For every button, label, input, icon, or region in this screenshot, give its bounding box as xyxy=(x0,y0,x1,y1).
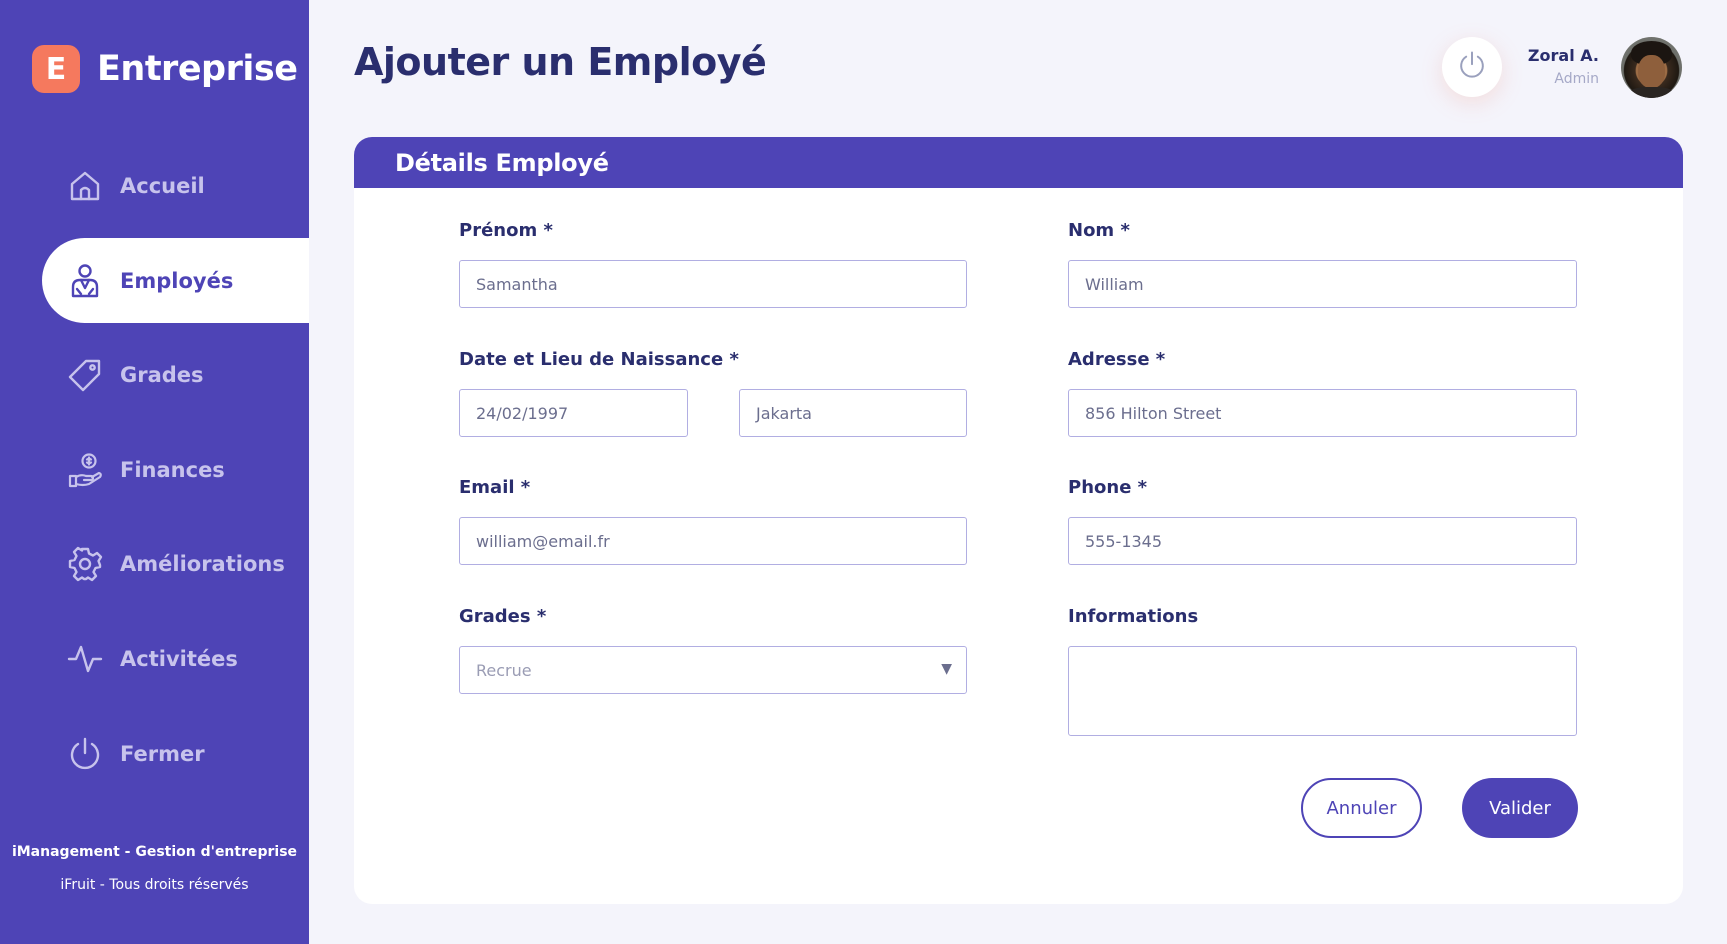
grades-label: Grades * xyxy=(459,606,547,627)
tag-icon xyxy=(66,356,104,394)
footer-copyright: iFruit - Tous droits réservés xyxy=(60,877,249,893)
informations-textarea[interactable] xyxy=(1068,646,1577,736)
prenom-input[interactable]: Samantha xyxy=(459,260,967,308)
submit-button[interactable]: Valider xyxy=(1462,778,1578,838)
avatar[interactable] xyxy=(1621,37,1682,98)
phone-label: Phone * xyxy=(1068,477,1148,498)
nom-input[interactable]: William xyxy=(1068,260,1577,308)
brand[interactable]: E Entreprise xyxy=(32,45,298,93)
sidebar-item-label: Accueil xyxy=(120,173,205,198)
card-title: Détails Employé xyxy=(395,148,609,177)
sidebar-footer: iManagement - Gestion d'entreprise iFrui… xyxy=(0,844,309,893)
sidebar-item-finances[interactable]: Finances xyxy=(42,427,309,512)
dropdown-caret-icon: ▼ xyxy=(941,661,952,677)
power-icon xyxy=(66,735,104,773)
sidebar-item-label: Améliorations xyxy=(120,551,285,576)
footer-app-name: iManagement - Gestion d'entreprise xyxy=(11,844,298,860)
activity-icon xyxy=(66,640,104,678)
cancel-button[interactable]: Annuler xyxy=(1301,778,1422,838)
sidebar-item-label: Activitées xyxy=(120,646,238,671)
sidebar-item-employes[interactable]: Employés xyxy=(42,238,309,323)
sidebar-item-label: Employés xyxy=(120,268,234,293)
user-icon xyxy=(66,262,104,300)
sidebar-item-activitees[interactable]: Activitées xyxy=(42,616,309,701)
naissance-label: Date et Lieu de Naissance * xyxy=(459,349,739,370)
grades-selected-value: Recrue xyxy=(476,660,532,680)
sidebar-item-label: Grades xyxy=(120,362,204,387)
birth-place-input[interactable]: Jakarta xyxy=(739,389,967,437)
sidebar-item-ameliorations[interactable]: Améliorations xyxy=(42,521,309,606)
informations-label: Informations xyxy=(1068,606,1199,627)
sidebar-item-label: Finances xyxy=(120,457,225,482)
hand-coin-icon xyxy=(66,451,104,489)
phone-input[interactable]: 555-1345 xyxy=(1068,517,1577,565)
brand-logo: E xyxy=(32,45,80,93)
card-header: Détails Employé xyxy=(354,137,1683,188)
power-icon xyxy=(1457,50,1487,84)
birth-date-input[interactable]: 24/02/1997 xyxy=(459,389,688,437)
adresse-input[interactable]: 856 Hilton Street xyxy=(1068,389,1577,437)
logout-button[interactable] xyxy=(1442,37,1502,97)
grades-select[interactable]: Recrue ▼ xyxy=(459,646,967,694)
nom-label: Nom * xyxy=(1068,220,1130,241)
email-field[interactable]: william@email.fr xyxy=(459,517,967,565)
email-label: Email * xyxy=(459,477,531,498)
gear-icon xyxy=(66,545,104,583)
user-name: Zoral A. xyxy=(1527,46,1599,65)
home-icon xyxy=(66,167,104,205)
user-role: Admin xyxy=(1554,71,1599,87)
brand-name: Entreprise xyxy=(97,49,298,89)
sidebar-item-accueil[interactable]: Accueil xyxy=(42,143,309,228)
adresse-label: Adresse * xyxy=(1068,349,1166,370)
sidebar-item-label: Fermer xyxy=(120,741,205,766)
sidebar-item-fermer[interactable]: Fermer xyxy=(42,711,309,796)
sidebar: E Entreprise Accueil Employés Grades Fin… xyxy=(0,0,309,944)
sidebar-item-grades[interactable]: Grades xyxy=(42,332,309,417)
prenom-label: Prénom * xyxy=(459,220,553,241)
page-title: Ajouter un Employé xyxy=(354,40,767,84)
